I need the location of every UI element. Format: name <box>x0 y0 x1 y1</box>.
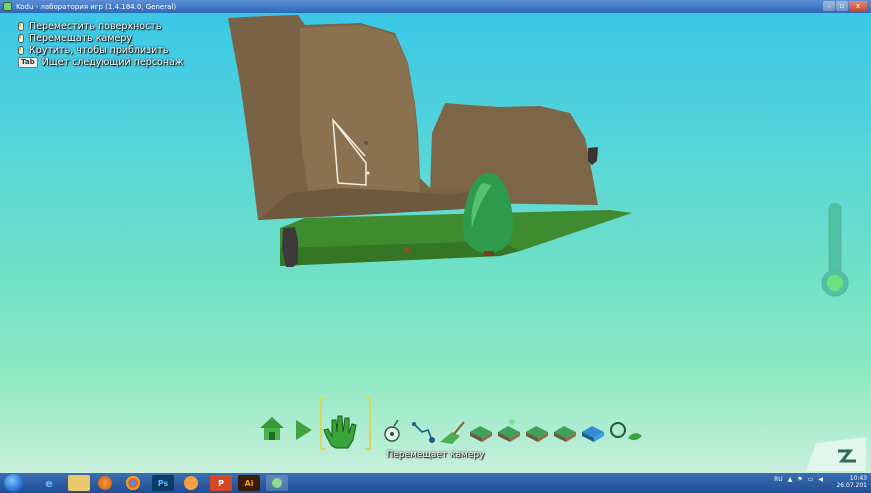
kodu-taskbar-icon[interactable] <box>266 475 288 491</box>
hint-move-camera: Перемещать камеру <box>18 32 183 44</box>
hint-zoom: Крутить, чтобы приблизить <box>18 44 183 56</box>
thermometer-icon <box>821 203 849 297</box>
media-player-icon[interactable] <box>98 476 112 490</box>
clock-time: 10:43 <box>849 475 867 482</box>
terrain-raise-icon[interactable] <box>470 426 492 442</box>
window-titlebar: Kodu - лаборатория игр (1.4.184.0, Gener… <box>0 0 871 13</box>
hint-move-surface: Переместить поверхность <box>18 20 183 32</box>
tool-caption: Перемещает камеру <box>386 450 485 460</box>
language-indicator[interactable]: RU <box>774 476 783 483</box>
tool-bar <box>260 415 642 449</box>
kodu-app-icon <box>3 2 12 11</box>
window-title: Kodu - лаборатория игр (1.4.184.0, Gener… <box>16 2 177 11</box>
photoshop-icon[interactable]: Ps <box>152 475 174 491</box>
eraser-icon[interactable] <box>582 426 604 442</box>
settings-icon[interactable] <box>610 422 642 441</box>
play-icon[interactable] <box>296 420 312 440</box>
terrain-smooth-icon[interactable] <box>498 419 520 442</box>
chrome-icon[interactable] <box>126 476 140 490</box>
hint-text: Ищет следующий персонаж <box>41 56 184 68</box>
paint-icon[interactable] <box>184 476 198 490</box>
flag-icon[interactable]: ⚑ <box>797 476 802 483</box>
hand-icon[interactable] <box>323 415 357 449</box>
path-icon[interactable] <box>412 422 435 443</box>
kodu-icon[interactable] <box>384 419 400 442</box>
explorer-icon[interactable] <box>68 475 90 491</box>
hint-text: Перемещать камеру <box>29 32 133 44</box>
hint-text: Крутить, чтобы приблизить <box>29 44 169 56</box>
close-button[interactable]: x <box>849 1 867 11</box>
mouse-wheel-icon <box>18 45 24 55</box>
water-icon[interactable] <box>554 426 576 442</box>
tree-trunk <box>484 251 494 256</box>
illustrator-icon[interactable]: Ai <box>238 475 260 491</box>
path-node[interactable] <box>364 141 368 145</box>
character-red-small[interactable] <box>404 247 410 253</box>
hint-next-character: Tab Ищет следующий персонаж <box>18 56 183 68</box>
maximize-button[interactable]: ▫ <box>836 1 848 11</box>
home-icon[interactable] <box>260 417 284 440</box>
tab-key-icon: Tab <box>18 56 38 68</box>
taskbar: e Ps P Ai RU ▲ ⚑ ▭ ◀ 10:43 26.07.201 <box>0 473 871 493</box>
character-dark-right[interactable] <box>588 147 598 165</box>
hint-list: Переместить поверхность Перемещать камер… <box>18 20 183 68</box>
terrain-hill-right[interactable] <box>430 103 598 205</box>
system-tray: RU ▲ ⚑ ▭ ◀ <box>769 476 823 483</box>
tray-arrow-icon[interactable]: ▲ <box>788 476 793 483</box>
start-button[interactable] <box>4 474 24 492</box>
brush-icon[interactable] <box>440 421 465 444</box>
window-controls: – ▫ x <box>822 1 867 12</box>
hint-text: Переместить поверхность <box>29 20 162 32</box>
clock-date: 26.07.201 <box>836 482 867 489</box>
terrain-rough-icon[interactable] <box>526 426 548 442</box>
mouse-left-icon <box>18 21 24 31</box>
powerpoint-icon[interactable]: P <box>210 475 232 491</box>
volume-icon[interactable]: ◀ <box>818 476 823 483</box>
clock[interactable]: 10:43 26.07.201 <box>836 475 867 489</box>
mouse-left-icon <box>18 33 24 43</box>
ie-icon[interactable]: e <box>38 475 60 491</box>
network-icon[interactable]: ▭ <box>808 476 814 483</box>
minimize-button[interactable]: – <box>823 1 835 11</box>
path-node[interactable] <box>366 171 370 175</box>
terrain-cliff-face <box>300 25 420 205</box>
